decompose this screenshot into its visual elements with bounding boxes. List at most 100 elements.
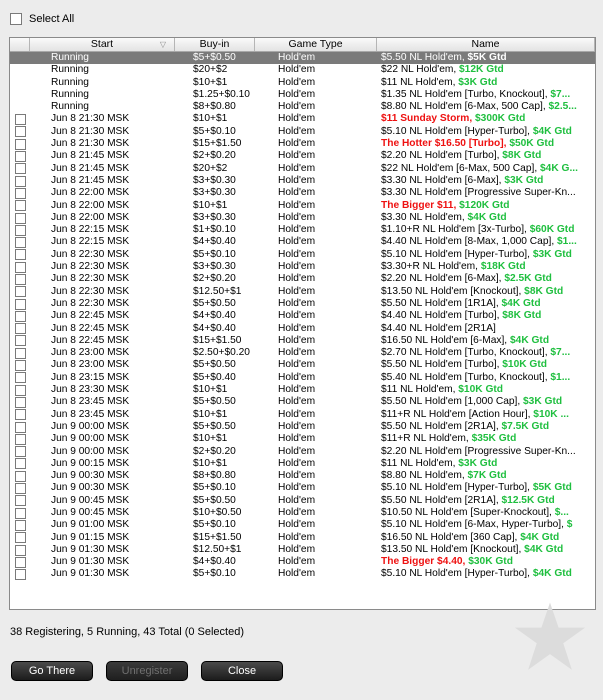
table-row[interactable]: Jun 8 22:30 MSK $2+$0.20 Hold'em $2.20 NL H… bbox=[10, 273, 595, 285]
table-row[interactable]: Jun 9 00:30 MSK $8+$0.80 Hold'em $8.80 NL H… bbox=[10, 470, 595, 482]
row-checkbox[interactable] bbox=[14, 249, 26, 261]
select-all-checkbox[interactable] bbox=[10, 12, 22, 25]
close-button[interactable]: Close bbox=[201, 661, 283, 681]
table-row[interactable]: Jun 9 00:00 MSK $10+$1 Hold'em $11+R NL Hol… bbox=[10, 433, 595, 445]
table-row[interactable]: Jun 8 22:30 MSK $12.50+$1 Hold'em $13.50 NL… bbox=[10, 286, 595, 298]
row-checkbox[interactable] bbox=[14, 556, 26, 568]
row-checkbox[interactable] bbox=[14, 532, 26, 544]
row-checkbox[interactable] bbox=[14, 163, 26, 175]
row-checkbox[interactable] bbox=[14, 396, 26, 408]
table-row[interactable]: Jun 9 00:00 MSK $2+$0.20 Hold'em $2.20 NL H… bbox=[10, 446, 595, 458]
table-row[interactable]: Jun 8 22:00 MSK $3+$0.30 Hold'em $3.30 NL H… bbox=[10, 212, 595, 224]
row-game-type: Hold'em bbox=[278, 347, 316, 359]
table-row[interactable]: Jun 8 22:30 MSK $3+$0.30 Hold'em $3.30+R NL… bbox=[10, 261, 595, 273]
pokerstars-star-logo-icon bbox=[514, 602, 586, 670]
row-name: $1.10+R NL Hold'em [3x-Turbo], $60K Gtd bbox=[377, 224, 595, 236]
table-row[interactable]: Jun 9 01:00 MSK $5+$0.10 Hold'em $5.10 NL H… bbox=[10, 519, 595, 531]
table-row[interactable]: Jun 8 21:30 MSK $10+$1 Hold'em $11 Sunday S… bbox=[10, 113, 595, 126]
table-row[interactable]: Jun 8 22:45 MSK $15+$1.50 Hold'em $16.50 NL… bbox=[10, 335, 595, 347]
table-row[interactable]: Jun 9 01:30 MSK $4+$0.40 Hold'em The Bigger… bbox=[10, 556, 595, 568]
guarantee-text: $12.5K Gtd bbox=[501, 494, 555, 506]
header-buyin[interactable]: Buy-in bbox=[175, 38, 255, 51]
table-row[interactable]: Running $10+$1 Hold'em $11 NL Hold'em, $3K … bbox=[10, 77, 595, 89]
row-checkbox[interactable] bbox=[14, 372, 26, 384]
row-checkbox-cell bbox=[10, 482, 30, 495]
table-row[interactable]: Running $5+$0.50 Hold'em $5.50 NL Hold'em, … bbox=[10, 52, 595, 65]
table-row[interactable]: Jun 8 21:45 MSK $3+$0.30 Hold'em $3.30 NL H… bbox=[10, 175, 595, 187]
row-checkbox[interactable] bbox=[14, 237, 26, 249]
table-row[interactable]: Jun 8 22:30 MSK $5+$0.50 Hold'em $5.50 NL H… bbox=[10, 298, 595, 310]
row-checkbox[interactable] bbox=[14, 569, 26, 581]
table-row[interactable]: Jun 9 00:00 MSK $5+$0.50 Hold'em $5.50 NL H… bbox=[10, 421, 595, 433]
table-row[interactable]: Jun 8 21:45 MSK $20+$2 Hold'em $22 NL Hold'… bbox=[10, 163, 595, 175]
row-checkbox[interactable] bbox=[14, 470, 26, 482]
table-row[interactable]: Jun 9 01:15 MSK $15+$1.50 Hold'em $16.50 NL… bbox=[10, 532, 595, 544]
row-checkbox[interactable] bbox=[14, 298, 26, 310]
row-checkbox[interactable] bbox=[14, 151, 26, 163]
table-row[interactable]: Jun 8 23:00 MSK $2.50+$0.20 Hold'em $2.70 N… bbox=[10, 347, 595, 359]
row-checkbox[interactable] bbox=[14, 495, 26, 507]
table-row[interactable]: Jun 9 00:30 MSK $5+$0.10 Hold'em $5.10 NL H… bbox=[10, 482, 595, 495]
row-checkbox[interactable] bbox=[14, 446, 26, 458]
row-checkbox[interactable] bbox=[14, 384, 26, 396]
table-row[interactable]: Jun 8 23:30 MSK $10+$1 Hold'em $11 NL Hold'… bbox=[10, 384, 595, 396]
row-checkbox[interactable] bbox=[14, 286, 26, 298]
table-row[interactable]: Jun 9 00:45 MSK $10+$0.50 Hold'em $10.50 NL… bbox=[10, 507, 595, 519]
row-checkbox[interactable] bbox=[14, 433, 26, 445]
row-checkbox[interactable] bbox=[14, 335, 26, 347]
table-row[interactable]: Jun 8 22:00 MSK $3+$0.30 Hold'em $3.30 NL H… bbox=[10, 187, 595, 199]
row-checkbox[interactable] bbox=[14, 273, 26, 285]
row-checkbox[interactable] bbox=[14, 483, 26, 495]
row-checkbox[interactable] bbox=[14, 187, 26, 199]
table-row[interactable]: Jun 8 22:00 MSK $10+$1 Hold'em The Bigger $… bbox=[10, 200, 595, 212]
table-row[interactable]: Jun 8 21:45 MSK $2+$0.20 Hold'em $2.20 NL H… bbox=[10, 150, 595, 163]
table-row[interactable]: Jun 8 23:15 MSK $5+$0.40 Hold'em $5.40 NL H… bbox=[10, 372, 595, 384]
row-checkbox[interactable] bbox=[14, 360, 26, 372]
row-checkbox[interactable] bbox=[14, 261, 26, 273]
table-row[interactable]: Jun 9 01:30 MSK $5+$0.10 Hold'em $5.10 NL H… bbox=[10, 568, 595, 581]
table-row[interactable]: Jun 8 23:00 MSK $5+$0.50 Hold'em $5.50 NL H… bbox=[10, 359, 595, 372]
row-checkbox-cell bbox=[10, 446, 30, 458]
table-row[interactable]: Jun 8 22:15 MSK $4+$0.40 Hold'em $4.40 NL H… bbox=[10, 236, 595, 249]
table-row[interactable]: Jun 8 22:15 MSK $1+$0.10 Hold'em $1.10+R NL… bbox=[10, 224, 595, 236]
table-row[interactable]: Running $20+$2 Hold'em $22 NL Hold'em, $12K… bbox=[10, 64, 595, 76]
table-row[interactable]: Jun 8 22:30 MSK $5+$0.10 Hold'em $5.10 NL H… bbox=[10, 249, 595, 261]
table-row[interactable]: Jun 8 23:45 MSK $10+$1 Hold'em $11+R NL Hol… bbox=[10, 409, 595, 421]
row-checkbox-cell bbox=[10, 347, 30, 359]
row-checkbox[interactable] bbox=[14, 114, 26, 126]
table-row[interactable]: Jun 9 00:15 MSK $10+$1 Hold'em $11 NL Hold'… bbox=[10, 458, 595, 470]
table-row[interactable]: Jun 9 00:45 MSK $5+$0.50 Hold'em $5.50 NL H… bbox=[10, 495, 595, 507]
go-there-button[interactable]: Go There bbox=[11, 661, 93, 681]
row-checkbox[interactable] bbox=[14, 126, 26, 138]
table-row[interactable]: Jun 8 22:45 MSK $4+$0.40 Hold'em $4.40 NL H… bbox=[10, 323, 595, 335]
unregister-button[interactable]: Unregister bbox=[106, 661, 188, 681]
row-checkbox[interactable] bbox=[14, 138, 26, 150]
header-game-type[interactable]: Game Type bbox=[255, 38, 377, 51]
guarantee-text: $4K Gtd bbox=[524, 543, 564, 555]
row-checkbox[interactable] bbox=[14, 212, 26, 224]
row-checkbox[interactable] bbox=[14, 323, 26, 335]
table-row[interactable]: Jun 8 23:45 MSK $5+$0.50 Hold'em $5.50 NL H… bbox=[10, 396, 595, 408]
table-row[interactable]: Running $1.25+$0.10 Hold'em $1.35 NL Hold'e… bbox=[10, 89, 595, 101]
table-row[interactable]: Running $8+$0.80 Hold'em $8.80 NL Hold'em [… bbox=[10, 101, 595, 113]
row-buyin: $10+$1 bbox=[193, 384, 228, 396]
row-checkbox[interactable] bbox=[14, 507, 26, 519]
row-checkbox[interactable] bbox=[14, 421, 26, 433]
row-checkbox[interactable] bbox=[14, 544, 26, 556]
header-start[interactable]: Start ▽ bbox=[30, 38, 175, 51]
row-checkbox[interactable] bbox=[14, 310, 26, 322]
tournament-grid[interactable]: Start ▽ Buy-in Game Type Name Running $5+… bbox=[9, 37, 596, 610]
table-row[interactable]: Jun 9 01:30 MSK $12.50+$1 Hold'em $13.50 NL… bbox=[10, 544, 595, 556]
row-checkbox[interactable] bbox=[14, 409, 26, 421]
row-checkbox[interactable] bbox=[14, 200, 26, 212]
row-checkbox[interactable] bbox=[14, 224, 26, 236]
table-row[interactable]: Jun 8 22:45 MSK $4+$0.40 Hold'em $4.40 NL H… bbox=[10, 310, 595, 322]
table-row[interactable]: Jun 8 21:30 MSK $5+$0.10 Hold'em $5.10 NL H… bbox=[10, 126, 595, 138]
row-checkbox[interactable] bbox=[14, 458, 26, 470]
table-row[interactable]: Jun 8 21:30 MSK $15+$1.50 Hold'em The Hotte… bbox=[10, 138, 595, 150]
row-checkbox[interactable] bbox=[14, 519, 26, 531]
header-name[interactable]: Name bbox=[377, 38, 595, 51]
select-all-control[interactable]: Select All bbox=[10, 11, 74, 26]
row-checkbox[interactable] bbox=[14, 175, 26, 187]
row-checkbox[interactable] bbox=[14, 347, 26, 359]
